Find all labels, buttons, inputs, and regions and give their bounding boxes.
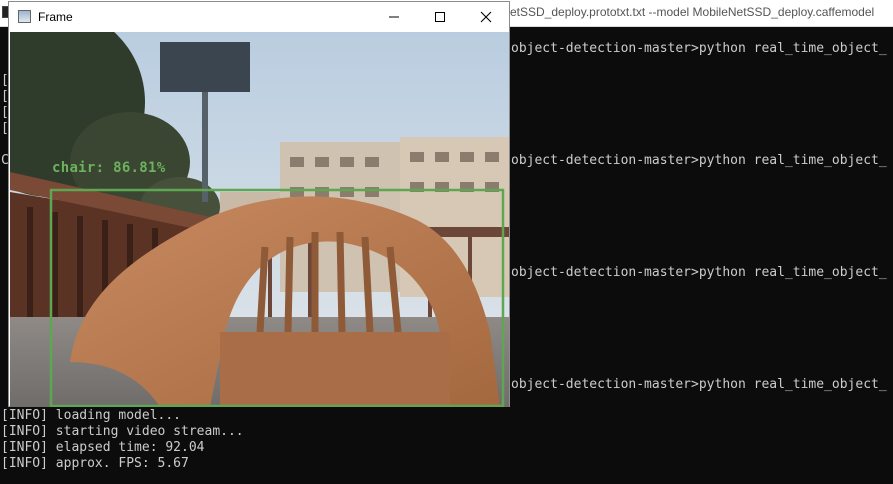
frame-window[interactable]: Frame chair: 86.81% [8,1,510,407]
console-info-line: [INFO] starting video stream... [1,424,244,439]
console-prompt-line: object-detection-master>python real_time… [511,377,887,392]
detection-label: chair: 86.81% [52,160,166,176]
maximize-icon [435,12,445,22]
console-info-line: [INFO] loading model... [1,408,182,423]
console-prompt-line: object-detection-master>python real_time… [511,153,887,168]
console-info-line: [INFO] elapsed time: 92.04 [1,440,205,455]
video-frame: chair: 86.81% [10,32,509,407]
minimize-button[interactable] [371,2,417,32]
console-title: etSSD_deploy.prototxt.txt --model Mobile… [510,5,875,19]
camera-image [10,32,509,407]
frame-titlebar[interactable]: Frame [9,2,509,32]
frame-title: Frame [38,10,73,24]
console-prompt-line: object-detection-master>python real_time… [511,41,887,56]
close-button[interactable] [463,2,509,32]
minimize-icon [389,16,399,18]
close-icon [480,11,492,23]
frame-app-icon [18,10,31,23]
maximize-button[interactable] [417,2,463,32]
console-prompt-line: object-detection-master>python real_time… [511,265,887,280]
console-info-line: [INFO] approx. FPS: 5.67 [1,456,189,471]
